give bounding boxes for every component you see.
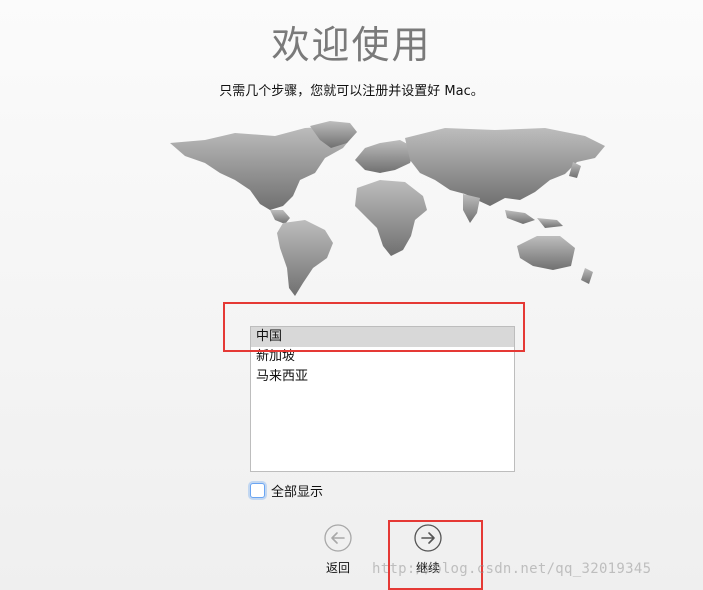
page-subtitle: 只需几个步骤，您就可以注册并设置好 Mac。 [219, 84, 484, 99]
arrow-left-circle-icon[interactable] [324, 524, 352, 552]
arrow-right-circle-icon[interactable] [414, 524, 442, 552]
region-list-item-singapore[interactable]: 新加坡 [251, 347, 514, 367]
back-label: 返回 [325, 561, 350, 575]
watermark-text: http://blog.csdn.net/qq_32019345 [372, 561, 652, 577]
world-map [165, 118, 610, 300]
region-list-item-china[interactable]: 中国 [251, 327, 514, 347]
back-button[interactable]: 返回 [308, 524, 368, 576]
show-all-label: 全部显示 [271, 484, 324, 500]
world-map-graphic [170, 121, 605, 296]
page-title: 欢迎使用 [271, 23, 432, 67]
show-all-checkbox[interactable] [250, 482, 265, 498]
region-list[interactable]: 中国 新加坡 马来西亚 [250, 326, 515, 472]
region-list-item-malaysia[interactable]: 马来西亚 [251, 367, 514, 387]
show-all-checkbox-row[interactable]: 全部显示 [250, 481, 324, 500]
